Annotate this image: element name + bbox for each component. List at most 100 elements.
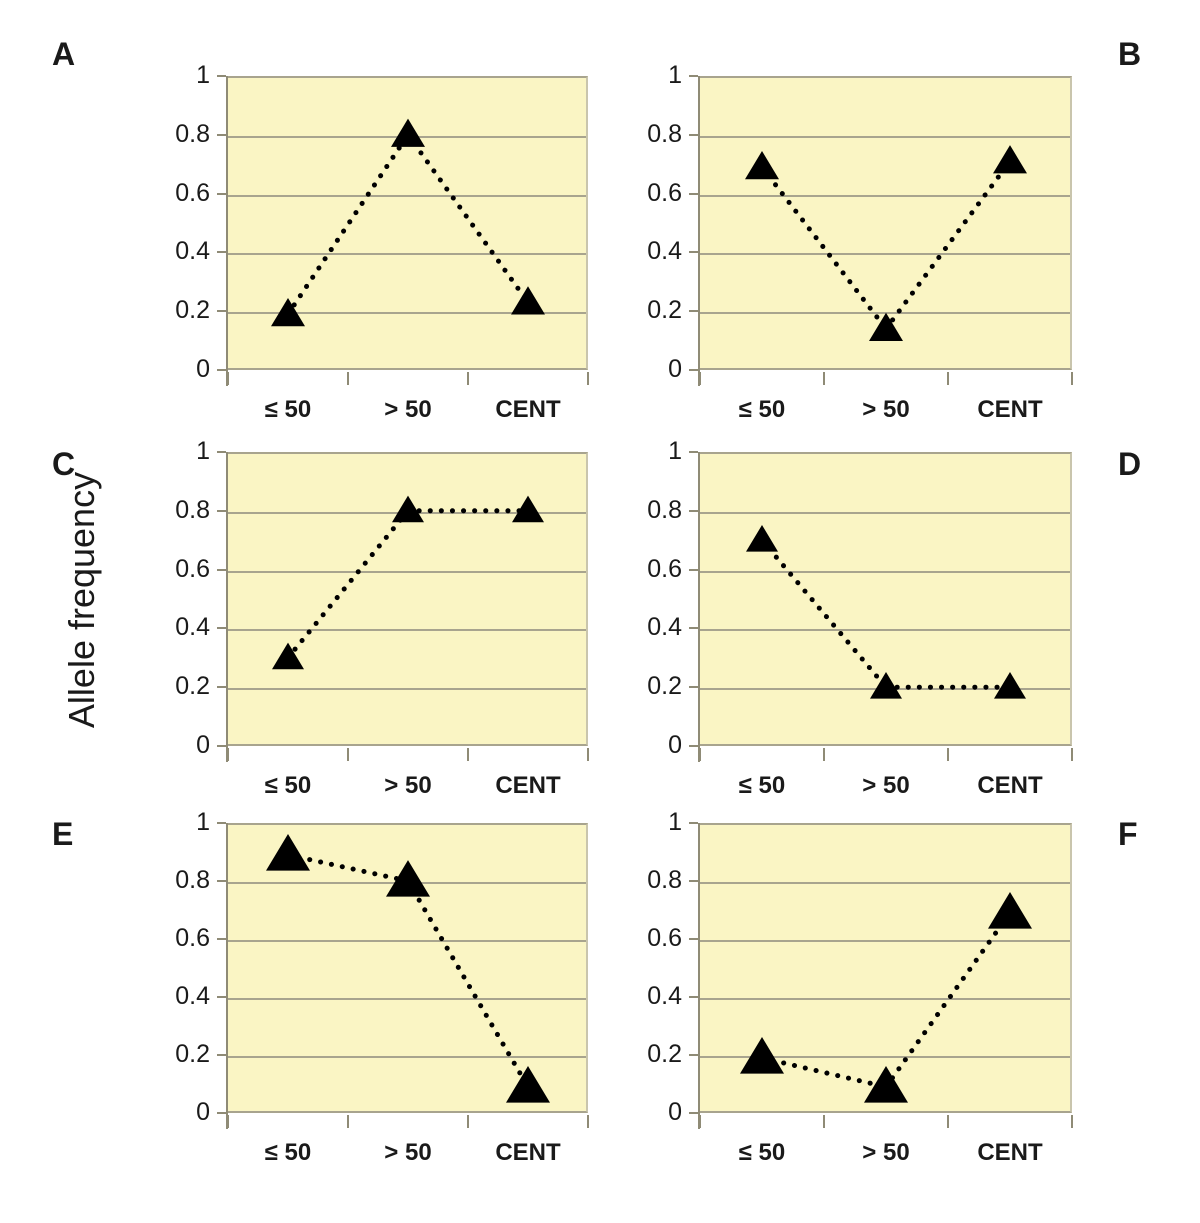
y-tick-mark [689,509,698,512]
x-tick-mark [587,1115,589,1128]
data-point-marker [746,525,778,552]
y-tick-mark [217,451,226,453]
panel-letter-f: F [1118,816,1138,852]
panel-letter-c: C [52,446,76,482]
x-tick-mark [587,372,589,385]
x-tick-label: > 50 [862,396,910,423]
x-tick-label: ≤ 50 [264,1139,312,1166]
chart-panel-b: 0 0.2 0.4 0.6 0.8 1 ≤ 50 > 50 CENT [647,63,1073,422]
y-tick-mark [217,686,226,689]
y-tick-label: 0.8 [175,119,210,148]
y-tick-mark [689,822,698,824]
y-tick-mark [689,568,698,571]
x-tick-label: CENT [977,396,1043,423]
data-point-marker [993,145,1027,174]
x-tick-mark [587,748,589,761]
x-tick-label: ≤ 50 [738,1139,786,1166]
x-tick-mark [947,748,949,761]
panel-letter-b: B [1118,36,1142,72]
chart-panel-e: 0 0.2 0.4 0.6 0.8 1 ≤ 50 > 50 CENT [175,810,589,1165]
y-tick-mark [217,251,226,254]
x-tick-mark [1071,372,1073,385]
x-tick-mark [467,372,469,385]
y-tick-label: 0.6 [647,178,682,207]
y-tick-mark [217,509,226,512]
x-tick-mark [823,372,825,385]
y-tick-mark [689,1054,698,1056]
panel-letter-d: D [1118,446,1142,482]
data-point-marker [266,834,310,871]
y-tick-mark [217,310,226,313]
y-tick-mark [217,133,226,136]
x-tick-mark [699,1115,701,1128]
series-segment [285,132,411,317]
x-tick-mark [467,748,469,761]
y-tick-label: 0.2 [647,672,682,701]
y-tick-mark [217,822,226,824]
series-segment [883,910,1013,1090]
y-tick-mark [217,192,226,195]
series-segment [759,164,889,332]
y-tick-label: 0 [196,355,210,383]
y-tick-mark [217,568,226,571]
x-tick-label: CENT [977,1139,1043,1166]
series-segment [759,537,889,690]
y-tick-label: 1 [196,437,210,465]
data-point-marker [506,1066,550,1103]
data-point-marker [745,150,779,180]
y-tick-mark [689,627,698,630]
x-tick-label: ≤ 50 [738,396,786,423]
y-tick-label: 0.2 [647,1040,682,1068]
panel-letter-e: E [52,816,74,852]
data-point-marker [386,860,430,897]
x-tick-mark [947,372,949,385]
y-tick-label: 0.6 [175,178,210,207]
y-tick-mark [217,1112,226,1114]
data-point-marker [988,892,1032,929]
x-tick-mark [1071,748,1073,761]
y-tick-label: 0.4 [175,237,210,266]
series-segment [883,158,1013,332]
y-tick-label: 0 [196,731,210,759]
y-tick-label: 0 [668,1098,682,1126]
y-tick-mark [689,369,698,371]
y-tick-mark [217,745,226,747]
y-tick-label: 1 [196,61,210,89]
data-point-marker [994,672,1026,699]
x-tick-label: > 50 [862,1139,910,1166]
x-tick-mark [947,1115,949,1128]
x-tick-mark [823,748,825,761]
x-tick-mark [227,1115,229,1128]
y-tick-mark [689,192,698,195]
x-tick-mark [823,1115,825,1128]
chart-panel-f: 0 0.2 0.4 0.6 0.8 1 ≤ 50 > 50 CENT [647,810,1073,1165]
x-tick-label: ≤ 50 [264,772,312,799]
x-tick-label: CENT [495,1139,561,1166]
y-tick-mark [217,369,226,371]
x-tick-label: ≤ 50 [264,396,312,423]
data-series [271,118,545,327]
x-tick-mark [227,372,229,385]
x-tick-label: > 50 [384,772,432,799]
y-tick-label: 0.6 [175,554,210,583]
x-tick-mark [699,372,701,385]
y-tick-label: 0.6 [647,924,682,952]
x-tick-label: CENT [495,772,561,799]
x-tick-label: > 50 [862,772,910,799]
y-tick-mark [217,880,226,882]
series-segment [405,132,531,305]
y-tick-label: 0.4 [175,613,210,642]
data-point-marker [512,495,544,523]
chart-panel-a: 0 0.2 0.4 0.6 0.8 1 ≤ 50 > 50 CENT [175,63,589,422]
y-tick-mark [689,686,698,689]
y-tick-label: 0.8 [175,495,210,524]
y-tick-mark [689,251,698,254]
data-point-marker [272,642,304,670]
x-tick-mark [699,748,701,761]
data-point-marker [391,118,425,147]
y-tick-label: 0.2 [175,1040,210,1068]
y-tick-mark [689,451,698,453]
y-tick-mark [217,938,226,940]
y-tick-mark [217,627,226,630]
y-axis-title: Allele frequency [61,471,102,729]
